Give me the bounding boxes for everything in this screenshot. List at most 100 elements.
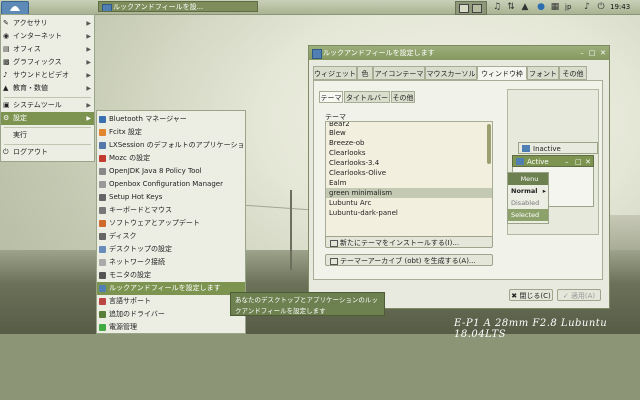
tab-widget[interactable]: ウィジェット: [313, 66, 357, 80]
tab-window-border[interactable]: ウィンドウ枠: [477, 66, 527, 80]
tab-other[interactable]: その他: [559, 66, 587, 80]
subtab-other[interactable]: その他: [391, 91, 415, 103]
submenu-arrow-icon: ▶: [86, 102, 91, 109]
submenu-item-drivers[interactable]: 追加のドライバー: [97, 308, 245, 321]
clock[interactable]: 19:43: [610, 1, 630, 13]
subtab-titlebar[interactable]: タイトルバー: [344, 91, 390, 103]
submenu-arrow-icon: ▶: [86, 20, 91, 27]
taskbar-window-button[interactable]: ルックアンドフィールを設...: [98, 1, 258, 12]
menu-item-sound-video[interactable]: ♪ サウンドとビデオ ▶: [1, 69, 94, 82]
submenu-item-power[interactable]: 電源管理: [97, 321, 245, 334]
minimize-icon[interactable]: –: [577, 48, 587, 58]
window-titlebar[interactable]: ルックアンドフィールを設定します – □ ✕: [309, 46, 609, 60]
theme-list-scrollbar[interactable]: [487, 124, 491, 164]
submenu-arrow-icon: ▶: [86, 72, 91, 79]
submenu-item-network[interactable]: ネットワーク接続: [97, 256, 245, 269]
tab-icon-theme[interactable]: アイコンテーマ: [373, 66, 425, 80]
theme-item[interactable]: Breeze-ob: [326, 138, 492, 148]
create-archive-button[interactable]: テーマーアーカイブ (obt) を生成する(A)...: [325, 254, 493, 266]
preview-arrow-icon: ▸: [542, 187, 546, 195]
graphics-icon: ▩: [3, 58, 10, 66]
theme-item[interactable]: Clearlooks: [326, 148, 492, 158]
submenu-item-disks[interactable]: ディスク: [97, 230, 245, 243]
menu-item-accessories[interactable]: ✎ アクセサリ ▶: [1, 17, 94, 30]
submenu-item-software-updates[interactable]: ソフトウェアとアップデート: [97, 217, 245, 230]
menu-separator: [4, 97, 91, 98]
tab-font[interactable]: フォント: [527, 66, 559, 80]
preview-window-icon: [522, 145, 530, 152]
install-theme-button[interactable]: 新たにテーマをインストールする(I)...: [325, 236, 493, 248]
bluetooth-icon: [99, 116, 106, 123]
speaker-icon[interactable]: ♪: [582, 2, 592, 12]
submenu-item-openjdk[interactable]: OpenJDK Java 8 Policy Tool: [97, 165, 245, 178]
submenu-item-openbox[interactable]: Openbox Configuration Manager: [97, 178, 245, 191]
submenu-item-lxsession[interactable]: LXSession のデフォルトのアプリケーション: [97, 139, 245, 152]
theme-list[interactable]: Bear2 Blew Breeze-ob Clearlooks Clearloo…: [325, 121, 493, 239]
tab-color[interactable]: 色: [357, 66, 373, 80]
submenu-arrow-icon: ▶: [86, 85, 91, 92]
window-app-icon: [102, 4, 112, 11]
theme-item[interactable]: Clearlooks-Olive: [326, 168, 492, 178]
menu-item-internet[interactable]: ◉ インターネット ▶: [1, 30, 94, 43]
maximize-icon[interactable]: □: [587, 48, 597, 58]
submenu-item-language-support[interactable]: 言語サポート: [97, 295, 245, 308]
theme-item[interactable]: Clearlooks-3.4: [326, 158, 492, 168]
workspace-switcher[interactable]: [455, 1, 487, 15]
menu-item-logout[interactable]: ⏻ ログアウト: [1, 146, 94, 159]
menu-item-run[interactable]: 実行: [1, 129, 94, 142]
submenu-arrow-icon: ▶: [86, 59, 91, 66]
monitor-icon: [99, 272, 106, 279]
taskbar-window-title: ルックアンドフィールを設...: [113, 3, 204, 11]
disk-icon: [99, 233, 106, 240]
menu-tooltip: あなたのデスクトップとアプリケーションのルックアンドフィールを設定します: [230, 292, 385, 316]
submenu-item-look-and-feel[interactable]: ルックアンドフィールを設定します: [97, 282, 245, 295]
submenu-item-fcitx[interactable]: Fcitx 設定: [97, 126, 245, 139]
theme-item[interactable]: Blew: [326, 128, 492, 138]
workspace-2[interactable]: [472, 4, 482, 13]
submenu-item-monitor[interactable]: モニタの設定: [97, 269, 245, 282]
battery-icon[interactable]: ▦: [550, 2, 560, 12]
network-icon[interactable]: ⇅: [506, 2, 516, 12]
internet-icon: ◉: [3, 32, 10, 40]
close-button[interactable]: ✖ 閉じる(C): [509, 289, 553, 301]
menu-item-office[interactable]: ▤ オフィス ▶: [1, 43, 94, 56]
keyboard-icon: [99, 207, 106, 214]
mozc-icon: [99, 155, 106, 162]
archive-icon: [330, 258, 338, 265]
tab-mouse-cursor[interactable]: マウスカーソル: [425, 66, 477, 80]
system-tools-icon: ▣: [3, 101, 10, 109]
input-language-indicator[interactable]: jp: [565, 1, 571, 13]
subtab-theme[interactable]: テーマ: [319, 91, 343, 103]
start-menu: ✎ アクセサリ ▶ ◉ インターネット ▶ ▤ オフィス ▶ ▩ グラフィックス ▶ ♪ サウンド…: [0, 14, 95, 162]
theme-item[interactable]: Ealm: [326, 178, 492, 188]
submenu-item-bluetooth[interactable]: Bluetooth マネージャー: [97, 113, 245, 126]
fcitx-icon: [99, 129, 106, 136]
volume-icon[interactable]: ♫: [492, 2, 502, 12]
apply-button[interactable]: ✓ 適用(A): [557, 289, 601, 301]
menu-item-graphics[interactable]: ▩ グラフィックス ▶: [1, 56, 94, 69]
menu-item-settings[interactable]: ⚙ 設定 ▶: [1, 112, 94, 125]
submenu-item-keyboard-mouse[interactable]: キーボードとマウス: [97, 204, 245, 217]
wallpaper-pole: [290, 190, 292, 270]
driver-icon: [99, 311, 106, 318]
theme-item[interactable]: Lubuntu-dark-panel: [326, 208, 492, 218]
workspace-1[interactable]: [459, 4, 469, 13]
start-menu-button[interactable]: [1, 1, 29, 15]
fcitx-icon[interactable]: ●: [536, 2, 546, 12]
submenu-item-desktop-settings[interactable]: デスクトップの設定: [97, 243, 245, 256]
menu-item-system-tools[interactable]: ▣ システムツール ▶: [1, 99, 94, 112]
menu-item-education[interactable]: ▲ 教育・数値 ▶: [1, 82, 94, 95]
desktop-icon: [99, 246, 106, 253]
java-icon: [99, 168, 106, 175]
submenu-item-hotkeys[interactable]: Setup Hot Keys: [97, 191, 245, 204]
theme-item-selected[interactable]: green minimalism: [326, 188, 492, 198]
theme-item[interactable]: Lubuntu Arc: [326, 198, 492, 208]
close-icon[interactable]: ✕: [598, 48, 608, 58]
power-icon[interactable]: ⏻: [596, 2, 606, 12]
submenu-arrow-icon: ▶: [86, 46, 91, 53]
preview-window-icon: [516, 158, 524, 165]
preview-menu-title: Menu: [508, 173, 548, 185]
desktop-bottom-strip: [0, 334, 640, 400]
submenu-item-mozc[interactable]: Mozc の設定: [97, 152, 245, 165]
bluetooth-icon[interactable]: ▲: [520, 2, 530, 12]
